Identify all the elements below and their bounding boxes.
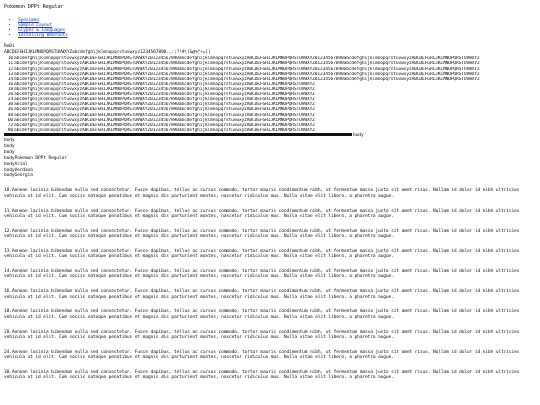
sample-paragraph: 24.Aenean lacinia bibendum nulla sed con… <box>4 349 520 361</box>
specimen-nav: Specimen Sample Layout Glyphs & Language… <box>4 18 540 38</box>
black-bar-label: body <box>353 132 364 138</box>
sample-paragraph: 16.Aenean lacinia bibendum nulla sed con… <box>4 289 520 300</box>
page-title: Pokemon DPPt Regular <box>4 4 64 10</box>
sample-paragraph: 30.Aenean lacinia bibendum nulla sed con… <box>4 370 520 381</box>
sample-paragraph: 12.Aenean lacinia bibendum nulla sed con… <box>4 228 520 239</box>
nav-item-installing-webfonts: Installing Webfonts <box>18 33 540 38</box>
body-line: bodyGeorgia <box>4 173 33 179</box>
sample-paragraph: 13.Aenean lacinia bibendum nulla sed con… <box>4 248 520 260</box>
sample-paragraph: 11.Aenean lacinia bibendum nulla sed con… <box>4 208 520 219</box>
sample-paragraph: 14.Aenean lacinia bibendum nulla sed con… <box>4 269 520 280</box>
specimen-page: Pokemon DPPt Regular Specimen Sample Lay… <box>0 0 540 381</box>
glyph-sample-line: ABCDEFGHIJKLMNOPQRSTUVWXYZabcdefghijklmn… <box>4 49 211 55</box>
font-body-list: body body body bodyPokemon DPPt Regular … <box>4 138 540 179</box>
size-waterfall: 10abcdefghijklmnopqrstuvwxyzABCDEFGHIJKL… <box>4 56 540 133</box>
sample-paragraph: 20.Aenean lacinia bibendum nulla sed con… <box>4 329 520 340</box>
paragraph-samples: 10.Aenean lacinia bibendum nulla sed con… <box>4 188 540 380</box>
nav-link-installing-webfonts[interactable]: Installing Webfonts <box>18 33 68 38</box>
sample-paragraph: 18.Aenean lacinia bibendum nulla sed con… <box>4 309 520 320</box>
sample-paragraph: 10.Aenean lacinia bibendum nulla sed con… <box>4 188 520 199</box>
black-bar <box>4 132 352 136</box>
